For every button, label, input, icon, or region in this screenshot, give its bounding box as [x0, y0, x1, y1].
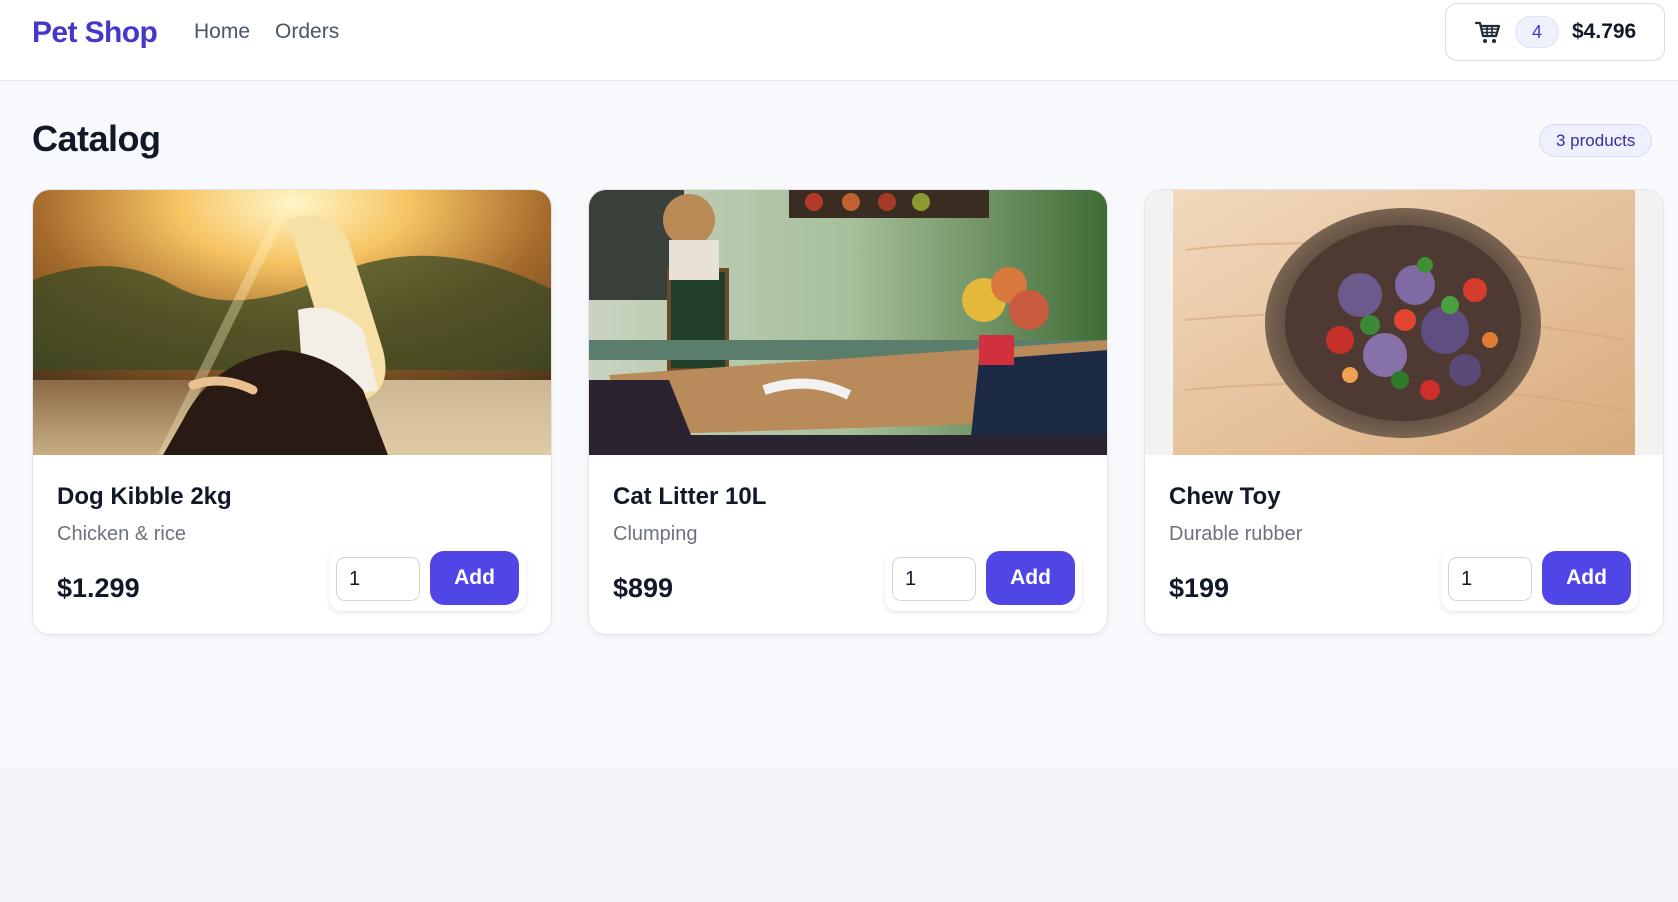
product-card: Chew Toy Durable rubber $199 Add	[1144, 189, 1664, 635]
page-title: Catalog	[32, 118, 161, 159]
add-to-cart-group: Add	[1441, 549, 1638, 611]
cart-button[interactable]: 4 $4.796	[1445, 3, 1665, 61]
add-to-cart-group: Add	[885, 549, 1082, 611]
cart-total: $4.796	[1572, 20, 1637, 43]
quantity-input[interactable]	[892, 557, 976, 601]
brand-logo[interactable]: Pet Shop	[32, 16, 158, 50]
product-description: Clumping	[613, 523, 698, 545]
product-card: Cat Litter 10L Clumping $899 Add	[588, 189, 1108, 635]
quantity-input[interactable]	[1448, 557, 1532, 601]
add-to-cart-button[interactable]: Add	[1542, 551, 1631, 605]
product-image[interactable]	[589, 190, 1107, 455]
product-name: Chew Toy	[1169, 483, 1281, 510]
quantity-input[interactable]	[336, 557, 420, 601]
product-card: Dog Kibble 2kg Chicken & rice $1.299 Add	[32, 189, 552, 635]
cart-count-badge: 4	[1515, 16, 1559, 48]
product-count-badge: 3 products	[1539, 124, 1653, 157]
product-name: Cat Litter 10L	[613, 483, 767, 510]
add-to-cart-group: Add	[329, 549, 526, 611]
product-price: $899	[613, 573, 674, 603]
product-image[interactable]	[33, 190, 551, 455]
main-nav: Home Orders	[194, 20, 339, 44]
nav-link-orders[interactable]: Orders	[275, 20, 339, 44]
product-price: $1.299	[57, 573, 140, 603]
product-description: Durable rubber	[1169, 523, 1303, 545]
product-price: $199	[1169, 573, 1230, 603]
cart-icon	[1474, 18, 1502, 46]
nav-link-home[interactable]: Home	[194, 20, 250, 44]
product-image[interactable]	[1145, 190, 1663, 455]
top-bar: Pet Shop Home Orders 4 $4.796	[0, 0, 1678, 81]
product-name: Dog Kibble 2kg	[57, 483, 232, 510]
add-to-cart-button[interactable]: Add	[430, 551, 519, 605]
product-description: Chicken & rice	[57, 523, 186, 545]
add-to-cart-button[interactable]: Add	[986, 551, 1075, 605]
footer-area	[0, 767, 1678, 902]
